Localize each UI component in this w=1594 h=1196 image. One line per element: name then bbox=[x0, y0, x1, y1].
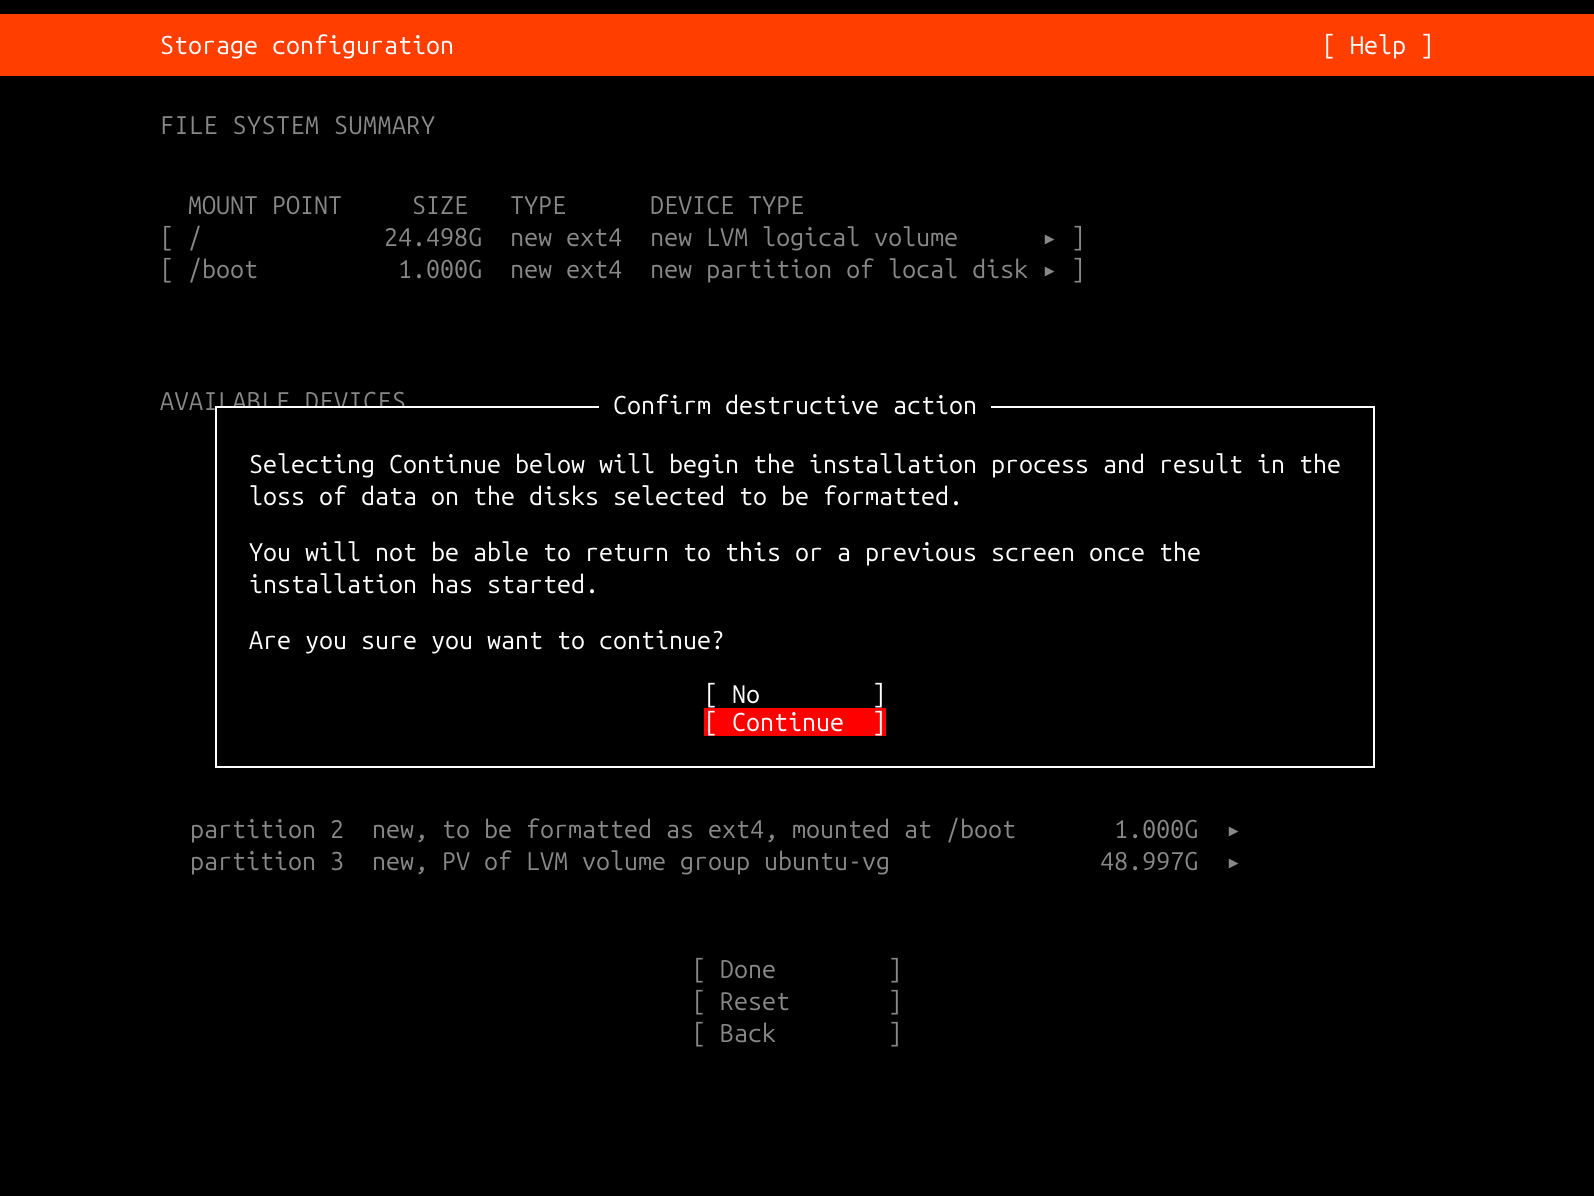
continue-button[interactable]: [ Continue ] bbox=[704, 708, 886, 736]
done-button[interactable]: [ Done ] bbox=[692, 955, 902, 983]
footer-buttons: [ Done ] [ Reset ] [ Back ] bbox=[692, 921, 902, 1081]
dialog-text: Selecting Continue below will begin the … bbox=[249, 448, 1341, 512]
partition-row[interactable]: partition 2 new, to be formatted as ext4… bbox=[190, 815, 1241, 843]
dialog-text: Are you sure you want to continue? bbox=[249, 624, 1341, 656]
partition-list: partition 2 new, to be formatted as ext4… bbox=[190, 781, 1474, 909]
chevron-right-icon[interactable]: ▸ bbox=[1226, 847, 1241, 875]
chevron-right-icon[interactable]: ▸ bbox=[1226, 815, 1241, 843]
chevron-right-icon[interactable]: ▸ bbox=[1042, 255, 1057, 283]
chevron-right-icon[interactable]: ▸ bbox=[1042, 223, 1057, 251]
fs-row[interactable]: [ /boot 1.000G new ext4 new partition of… bbox=[160, 255, 1085, 283]
fs-row[interactable]: [ / 24.498G new ext4 new LVM logical vol… bbox=[160, 223, 1085, 251]
no-button[interactable]: [ No ] bbox=[704, 680, 886, 708]
dialog-title: Confirm destructive action bbox=[599, 391, 991, 419]
fs-table-header: MOUNT POINT SIZE TYPE DEVICE TYPE bbox=[160, 191, 804, 219]
help-button[interactable]: [ Help ] bbox=[1322, 31, 1434, 59]
back-button[interactable]: [ Back ] bbox=[692, 1019, 902, 1047]
confirm-dialog: Confirm destructive action Selecting Con… bbox=[215, 406, 1375, 768]
page-title: Storage configuration bbox=[160, 31, 1322, 59]
header-bar: Storage configuration [ Help ] bbox=[0, 14, 1594, 76]
fs-summary-heading: FILE SYSTEM SUMMARY bbox=[160, 111, 1434, 139]
partition-row[interactable]: partition 3 new, PV of LVM volume group … bbox=[190, 847, 1241, 875]
dialog-text: You will not be able to return to this o… bbox=[249, 536, 1341, 600]
reset-button[interactable]: [ Reset ] bbox=[692, 987, 902, 1015]
fs-table: MOUNT POINT SIZE TYPE DEVICE TYPE [ / 24… bbox=[160, 157, 1434, 317]
